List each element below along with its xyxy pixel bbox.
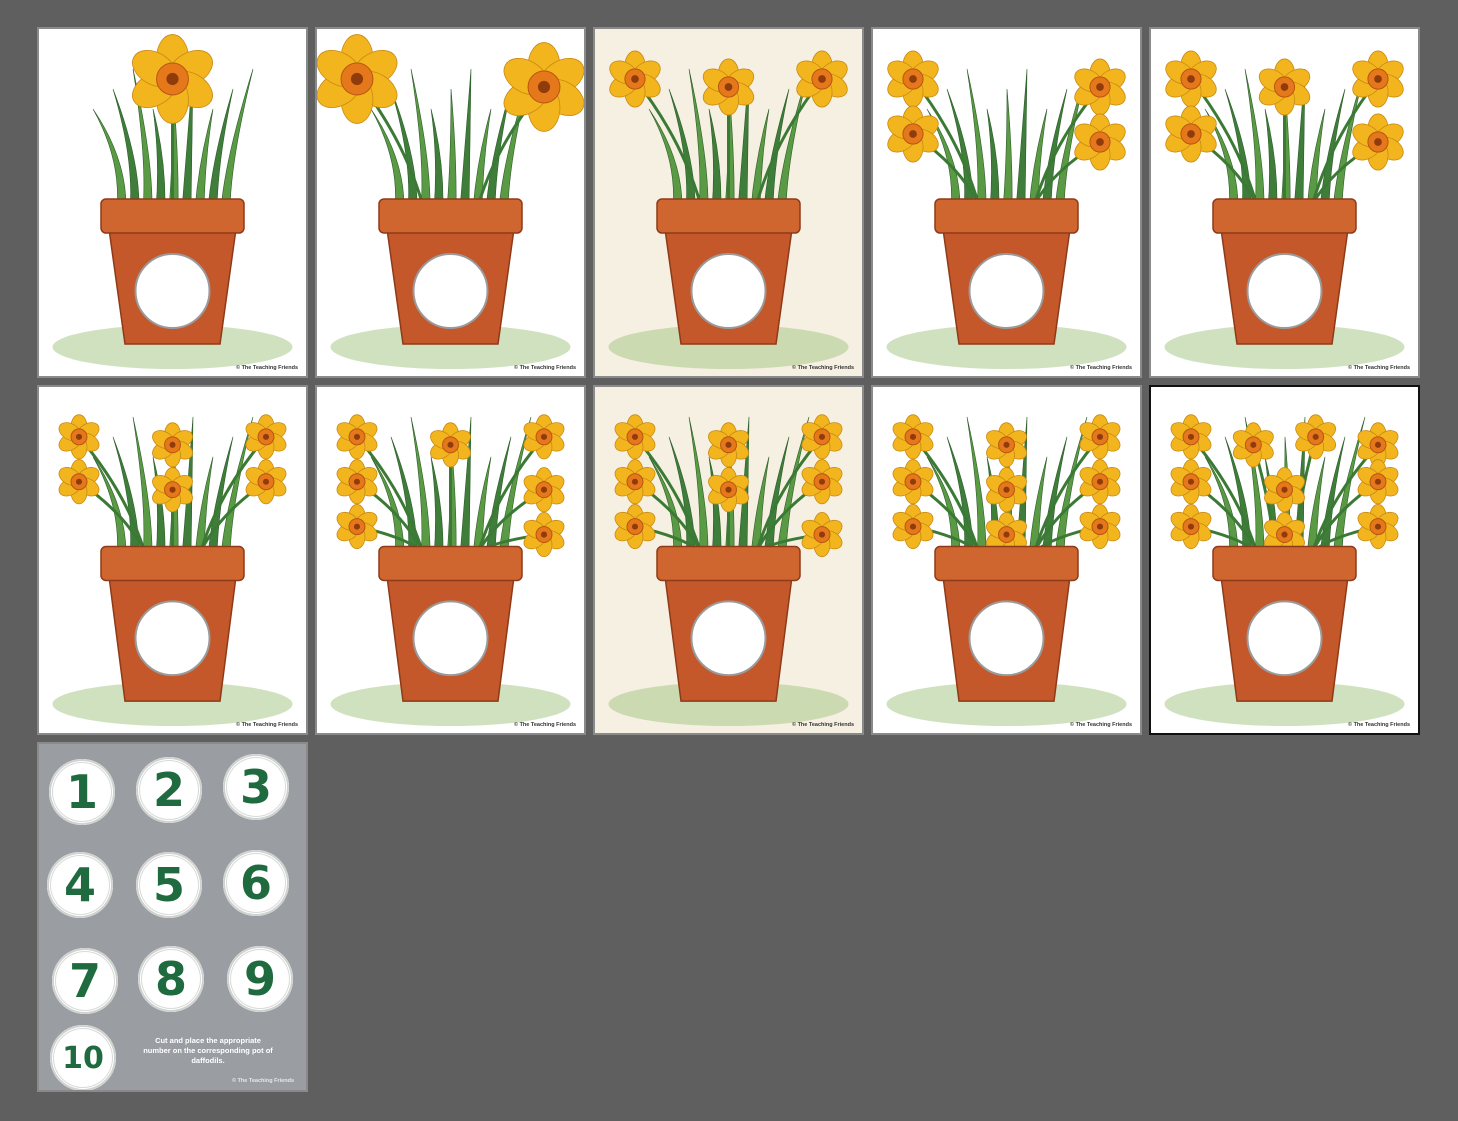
flowers — [336, 414, 565, 558]
card-credit: © The Teaching Friends — [791, 722, 854, 728]
card-credit: © The Teaching Friends — [1069, 365, 1132, 371]
flower-pot — [934, 198, 1079, 345]
number-placeholder-circle[interactable] — [968, 600, 1045, 677]
flower-pot — [656, 198, 801, 345]
card-credit: © The Teaching Friends — [235, 365, 298, 371]
card-credit: © The Teaching Friends — [791, 365, 854, 371]
number-circle-5[interactable]: 5 — [136, 852, 202, 918]
sheet-credit: © The Teaching Friends — [231, 1078, 294, 1084]
card-credit: © The Teaching Friends — [513, 365, 576, 371]
number-placeholder-circle[interactable] — [690, 600, 767, 677]
daffodil-pot-illustration — [1151, 29, 1418, 376]
card-1[interactable]: © The Teaching Friends — [37, 27, 308, 378]
number-placeholder-circle[interactable] — [134, 253, 211, 329]
daffodil-pot-illustration — [595, 387, 862, 733]
number-circle-1[interactable]: 1 — [49, 759, 115, 825]
flowers — [614, 414, 843, 558]
daffodil-pot-illustration — [39, 387, 306, 733]
number-placeholder-circle[interactable] — [412, 600, 489, 677]
number-circle-8[interactable]: 8 — [138, 946, 204, 1012]
card-7[interactable]: © The Teaching Friends — [315, 385, 586, 735]
number-placeholder-circle[interactable] — [412, 253, 489, 329]
daffodil-pot-illustration — [39, 29, 306, 376]
card-credit: © The Teaching Friends — [1347, 722, 1410, 728]
number-placeholder-circle[interactable] — [1246, 600, 1323, 677]
flower-pot — [100, 545, 245, 702]
instruction-text: Cut and place the appropriate number on … — [143, 1036, 273, 1065]
daffodil-pot-illustration — [1151, 387, 1418, 733]
card-2[interactable]: © The Teaching Friends — [315, 27, 586, 378]
daffodil-pot-illustration — [317, 29, 584, 376]
flower-pot — [378, 545, 523, 702]
number-circle-9[interactable]: 9 — [227, 946, 293, 1012]
card-4[interactable]: © The Teaching Friends — [871, 27, 1142, 378]
daffodil-pot-illustration — [873, 29, 1140, 376]
number-circle-10[interactable]: 10 — [50, 1025, 116, 1090]
flowers — [892, 414, 1121, 558]
card-10[interactable]: © The Teaching Friends — [1149, 385, 1420, 735]
number-circle-7[interactable]: 7 — [52, 948, 118, 1014]
daffodil-pot-illustration — [873, 387, 1140, 733]
number-circle-4[interactable]: 4 — [47, 852, 113, 918]
card-credit: © The Teaching Friends — [235, 722, 298, 728]
card-6[interactable]: © The Teaching Friends — [37, 385, 308, 735]
flower-pot — [934, 545, 1079, 702]
number-sheet[interactable]: 1 2 3 4 5 6 7 8 9 10 Cut and place the a… — [37, 742, 308, 1092]
card-3[interactable]: © The Teaching Friends — [593, 27, 864, 378]
daffodil-pot-illustration — [317, 387, 584, 733]
card-5[interactable]: © The Teaching Friends — [1149, 27, 1420, 378]
number-circle-3[interactable]: 3 — [223, 754, 289, 820]
card-credit: © The Teaching Friends — [1347, 365, 1410, 371]
number-placeholder-circle[interactable] — [134, 600, 211, 677]
card-8[interactable]: © The Teaching Friends — [593, 385, 864, 735]
daffodil-pot-illustration — [595, 29, 862, 376]
number-placeholder-circle[interactable] — [1246, 253, 1323, 329]
flower-pot — [1212, 545, 1357, 702]
flower-pot — [100, 198, 245, 345]
flower-pot — [1212, 198, 1357, 345]
flower-pot — [378, 198, 523, 345]
number-placeholder-circle[interactable] — [690, 253, 767, 329]
card-credit: © The Teaching Friends — [1069, 722, 1132, 728]
flower-pot — [656, 545, 801, 702]
number-circle-2[interactable]: 2 — [136, 757, 202, 823]
card-credit: © The Teaching Friends — [513, 722, 576, 728]
number-placeholder-circle[interactable] — [968, 253, 1045, 329]
number-circle-6[interactable]: 6 — [223, 850, 289, 916]
card-9[interactable]: © The Teaching Friends — [871, 385, 1142, 735]
